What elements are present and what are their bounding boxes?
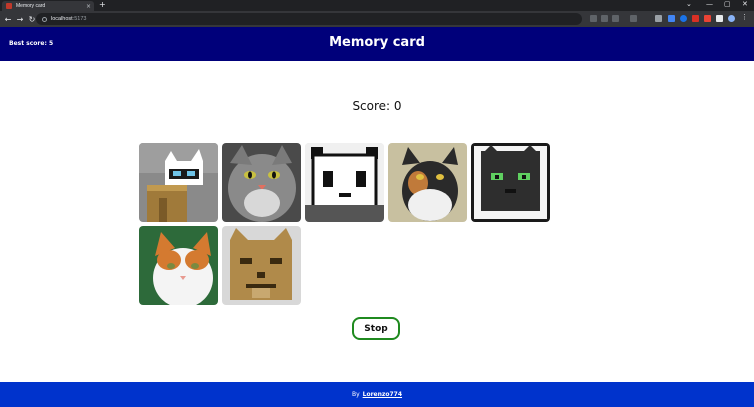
favicon-icon bbox=[6, 3, 12, 9]
pixel-cat-image bbox=[139, 143, 218, 222]
card-calico-cat[interactable] bbox=[388, 143, 467, 222]
card-orange-white-cat[interactable] bbox=[139, 226, 218, 305]
card-pixel-cat-on-block[interactable] bbox=[139, 143, 218, 222]
tabby-cat-image bbox=[222, 143, 301, 222]
footer: By Lorenzo774 bbox=[0, 382, 754, 407]
current-score: Score: 0 bbox=[352, 99, 402, 113]
extension-icon[interactable] bbox=[692, 15, 699, 22]
tab-title: Memory card bbox=[16, 3, 46, 9]
bookmark-star-icon[interactable] bbox=[612, 15, 619, 22]
browser-tab-bar: Memory card × + ⌄ — ▢ ✕ bbox=[0, 0, 754, 11]
site-info-icon[interactable] bbox=[42, 16, 47, 22]
sidebar-icon[interactable] bbox=[716, 15, 723, 22]
author-link[interactable]: Lorenzo774 bbox=[363, 391, 402, 398]
menu-kebab-icon[interactable]: ⋮ bbox=[741, 13, 748, 21]
extension-icon[interactable] bbox=[704, 15, 711, 22]
tab-close-icon[interactable]: × bbox=[86, 3, 91, 10]
extension-icon[interactable] bbox=[630, 15, 637, 22]
pixel-black-cat-image bbox=[471, 143, 550, 222]
new-tab-button[interactable]: + bbox=[99, 0, 106, 9]
url-port: :5173 bbox=[72, 16, 87, 22]
extension-icon[interactable] bbox=[655, 15, 662, 22]
close-window-button[interactable]: ✕ bbox=[742, 0, 748, 8]
card-pixel-brown-cat[interactable] bbox=[222, 226, 301, 305]
browser-tab[interactable]: Memory card × bbox=[2, 1, 94, 11]
card-pixel-panda-cat[interactable] bbox=[305, 143, 384, 222]
page-title: Memory card bbox=[329, 35, 425, 50]
stop-button[interactable]: Stop bbox=[352, 317, 400, 340]
card-gray-tabby-cat[interactable] bbox=[222, 143, 301, 222]
card-pixel-black-cat[interactable] bbox=[471, 143, 550, 222]
footer-by-label: By bbox=[351, 391, 360, 398]
calico-cat-image bbox=[388, 143, 467, 222]
back-button[interactable]: ← bbox=[2, 15, 14, 24]
minimize-button[interactable]: — bbox=[706, 0, 713, 8]
orange-white-cat-image bbox=[139, 226, 218, 305]
url-host: localhost bbox=[51, 16, 73, 22]
forward-button[interactable]: → bbox=[14, 15, 26, 24]
share-icon[interactable] bbox=[601, 15, 608, 22]
maximize-button[interactable]: ▢ bbox=[724, 0, 731, 8]
address-bar[interactable]: localhost :5173 bbox=[36, 13, 582, 25]
install-icon[interactable] bbox=[590, 15, 597, 22]
pixel-panda-image bbox=[305, 143, 384, 222]
extension-icon[interactable] bbox=[668, 15, 675, 22]
extension-icon[interactable] bbox=[680, 15, 687, 22]
profile-avatar-icon[interactable] bbox=[728, 15, 735, 22]
pixel-brown-cat-image bbox=[222, 226, 301, 305]
tab-search-icon[interactable]: ⌄ bbox=[686, 0, 692, 8]
